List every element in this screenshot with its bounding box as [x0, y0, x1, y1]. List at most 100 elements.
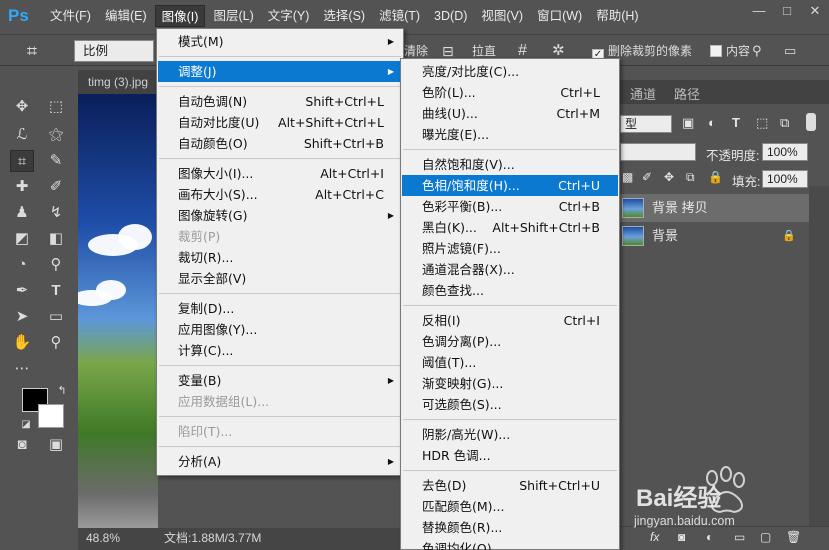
checkbox-unchecked[interactable]: [710, 45, 722, 57]
eraser-icon[interactable]: ◩: [10, 228, 34, 250]
blend-mode-select[interactable]: [620, 143, 696, 161]
zoom-level[interactable]: 48.8%: [86, 528, 120, 548]
move-tool-icon[interactable]: ✥: [10, 96, 34, 118]
menubar-item[interactable]: 文件(F): [44, 5, 97, 27]
lock-position-icon[interactable]: ✥: [664, 170, 674, 184]
menu-item[interactable]: 曲线(U)... Ctrl+M: [402, 103, 618, 124]
gradient-icon[interactable]: ◧: [44, 228, 68, 250]
menu-item[interactable]: 应用图像(Y)...: [158, 319, 402, 340]
tab-channels[interactable]: 通道: [630, 84, 656, 103]
menu-item[interactable]: 去色(D) Shift+Ctrl+U: [402, 475, 618, 496]
menubar-item[interactable]: 视图(V): [475, 5, 529, 27]
menu-item[interactable]: 照片滤镜(F)...: [402, 238, 618, 259]
minimize-button[interactable]: —: [745, 0, 773, 24]
workspace-icon[interactable]: ▭: [784, 42, 796, 60]
close-button[interactable]: ✕: [801, 0, 829, 24]
lock-pixels-icon[interactable]: ✐: [642, 170, 652, 184]
ratio-select[interactable]: 比例: [74, 40, 154, 62]
pixel-filter-icon[interactable]: ▣: [682, 115, 694, 131]
menu-item[interactable]: 阴影/高光(W)...: [402, 424, 618, 445]
layer-row[interactable]: 背景 拷贝: [620, 194, 809, 222]
fill-input[interactable]: 100%: [762, 170, 808, 188]
swap-colors-icon[interactable]: ↰: [50, 380, 74, 402]
menu-item[interactable]: 渐变映射(G)...: [402, 373, 618, 394]
layer-kind-select[interactable]: 型: [620, 115, 672, 133]
crop-tool-icon[interactable]: ⌗: [10, 150, 34, 172]
history-brush-icon[interactable]: ↯: [44, 202, 68, 224]
menu-item[interactable]: 阈值(T)...: [402, 352, 618, 373]
menu-item[interactable]: 亮度/对比度(C)...: [402, 61, 618, 82]
menu-item[interactable]: 反相(I) Ctrl+I: [402, 310, 618, 331]
type-tool-icon[interactable]: T: [44, 280, 68, 302]
menu-item[interactable]: 色调分离(P)...: [402, 331, 618, 352]
document-canvas[interactable]: [78, 94, 158, 528]
opacity-input[interactable]: 100%: [762, 143, 808, 161]
search-icon[interactable]: ⚲: [752, 42, 762, 60]
clone-stamp-icon[interactable]: ♟: [10, 202, 34, 224]
hand-tool-icon[interactable]: ✋: [10, 332, 34, 354]
menu-item[interactable]: 分析(A) ▶: [158, 451, 402, 472]
menu-item[interactable]: 可选颜色(S)...: [402, 394, 618, 415]
smart-object-filter-icon[interactable]: ⧉: [780, 115, 789, 131]
magic-wand-icon[interactable]: ⚝: [44, 124, 68, 146]
menu-item[interactable]: 通道混合器(X)...: [402, 259, 618, 280]
maximize-button[interactable]: □: [773, 0, 801, 24]
type-filter-icon[interactable]: T: [732, 115, 740, 130]
rectangle-tool-icon[interactable]: ▭: [44, 306, 68, 328]
brush-tool-icon[interactable]: ✐: [44, 176, 68, 198]
menu-item[interactable]: 图像大小(I)... Alt+Ctrl+I: [158, 163, 402, 184]
more-tools-icon[interactable]: ⋯: [10, 358, 34, 380]
menubar-item[interactable]: 选择(S): [317, 5, 371, 27]
menu-item[interactable]: 画布大小(S)... Alt+Ctrl+C: [158, 184, 402, 205]
menu-item[interactable]: 变量(B) ▶: [158, 370, 402, 391]
menu-item[interactable]: 模式(M) ▶: [158, 31, 402, 52]
path-select-icon[interactable]: ➤: [10, 306, 34, 328]
background-color-swatch[interactable]: [38, 404, 64, 428]
tab-paths[interactable]: 路径: [674, 84, 700, 103]
lock-transparent-icon[interactable]: ▩: [622, 170, 633, 184]
lock-artboard-icon[interactable]: ⧉: [686, 170, 695, 185]
menu-item[interactable]: 匹配颜色(M)...: [402, 496, 618, 517]
adjustment-filter-icon[interactable]: ◐: [708, 115, 716, 130]
layer-row[interactable]: 背景 🔒: [620, 222, 809, 250]
menu-item[interactable]: 显示全部(V): [158, 268, 402, 289]
menubar-item[interactable]: 帮助(H): [590, 5, 644, 27]
content-aware-checkbox[interactable]: 内容: [710, 42, 750, 60]
menubar-item[interactable]: 3D(D): [428, 5, 473, 27]
menu-item[interactable]: 自然饱和度(V)...: [402, 154, 618, 175]
menu-item[interactable]: 黑白(K)... Alt+Shift+Ctrl+B: [402, 217, 618, 238]
screen-mode-icon[interactable]: ▣: [44, 434, 68, 456]
menu-item[interactable]: 图像旋转(G) ▶: [158, 205, 402, 226]
menu-item[interactable]: 色阶(L)... Ctrl+L: [402, 82, 618, 103]
layers-scrollbar[interactable]: [809, 186, 829, 526]
healing-brush-icon[interactable]: ✚: [10, 176, 34, 198]
lasso-tool-icon[interactable]: ℒ: [10, 124, 34, 146]
pen-tool-icon[interactable]: ✒: [10, 280, 34, 302]
menu-item[interactable]: 自动对比度(U) Alt+Shift+Ctrl+L: [158, 112, 402, 133]
menu-item[interactable]: 裁切(R)...: [158, 247, 402, 268]
menu-item[interactable]: 色调均化(Q): [402, 538, 618, 550]
menu-item[interactable]: 复制(D)...: [158, 298, 402, 319]
marquee-tool-icon[interactable]: ⬚: [44, 96, 68, 118]
menu-item[interactable]: 调整(J) ▶: [158, 61, 402, 82]
dodge-tool-icon[interactable]: ⚲: [44, 254, 68, 276]
menubar-item[interactable]: 窗口(W): [531, 5, 588, 27]
menubar-item[interactable]: 滤镜(T): [373, 5, 426, 27]
quick-mask-icon[interactable]: ◙: [10, 434, 34, 456]
default-colors-icon[interactable]: ◪: [14, 414, 38, 436]
menubar-item[interactable]: 图层(L): [207, 5, 259, 27]
menu-item[interactable]: 替换颜色(R)...: [402, 517, 618, 538]
lock-all-icon[interactable]: 🔒: [708, 170, 723, 184]
crop-icon[interactable]: ⌗: [20, 40, 44, 62]
menubar-item[interactable]: 图像(I): [154, 5, 206, 27]
menu-item[interactable]: 自动色调(N) Shift+Ctrl+L: [158, 91, 402, 112]
shape-filter-icon[interactable]: ⬚: [756, 115, 768, 131]
menu-item[interactable]: 颜色查找...: [402, 280, 618, 301]
eyedropper-icon[interactable]: ✎: [44, 150, 68, 172]
menu-item[interactable]: 色相/饱和度(H)... Ctrl+U: [402, 175, 618, 196]
menu-item[interactable]: 自动颜色(O) Shift+Ctrl+B: [158, 133, 402, 154]
menubar-item[interactable]: 文字(Y): [262, 5, 316, 27]
blur-tool-icon[interactable]: ◔: [10, 254, 34, 276]
menu-item[interactable]: 曝光度(E)...: [402, 124, 618, 145]
menu-item[interactable]: 计算(C)...: [158, 340, 402, 361]
